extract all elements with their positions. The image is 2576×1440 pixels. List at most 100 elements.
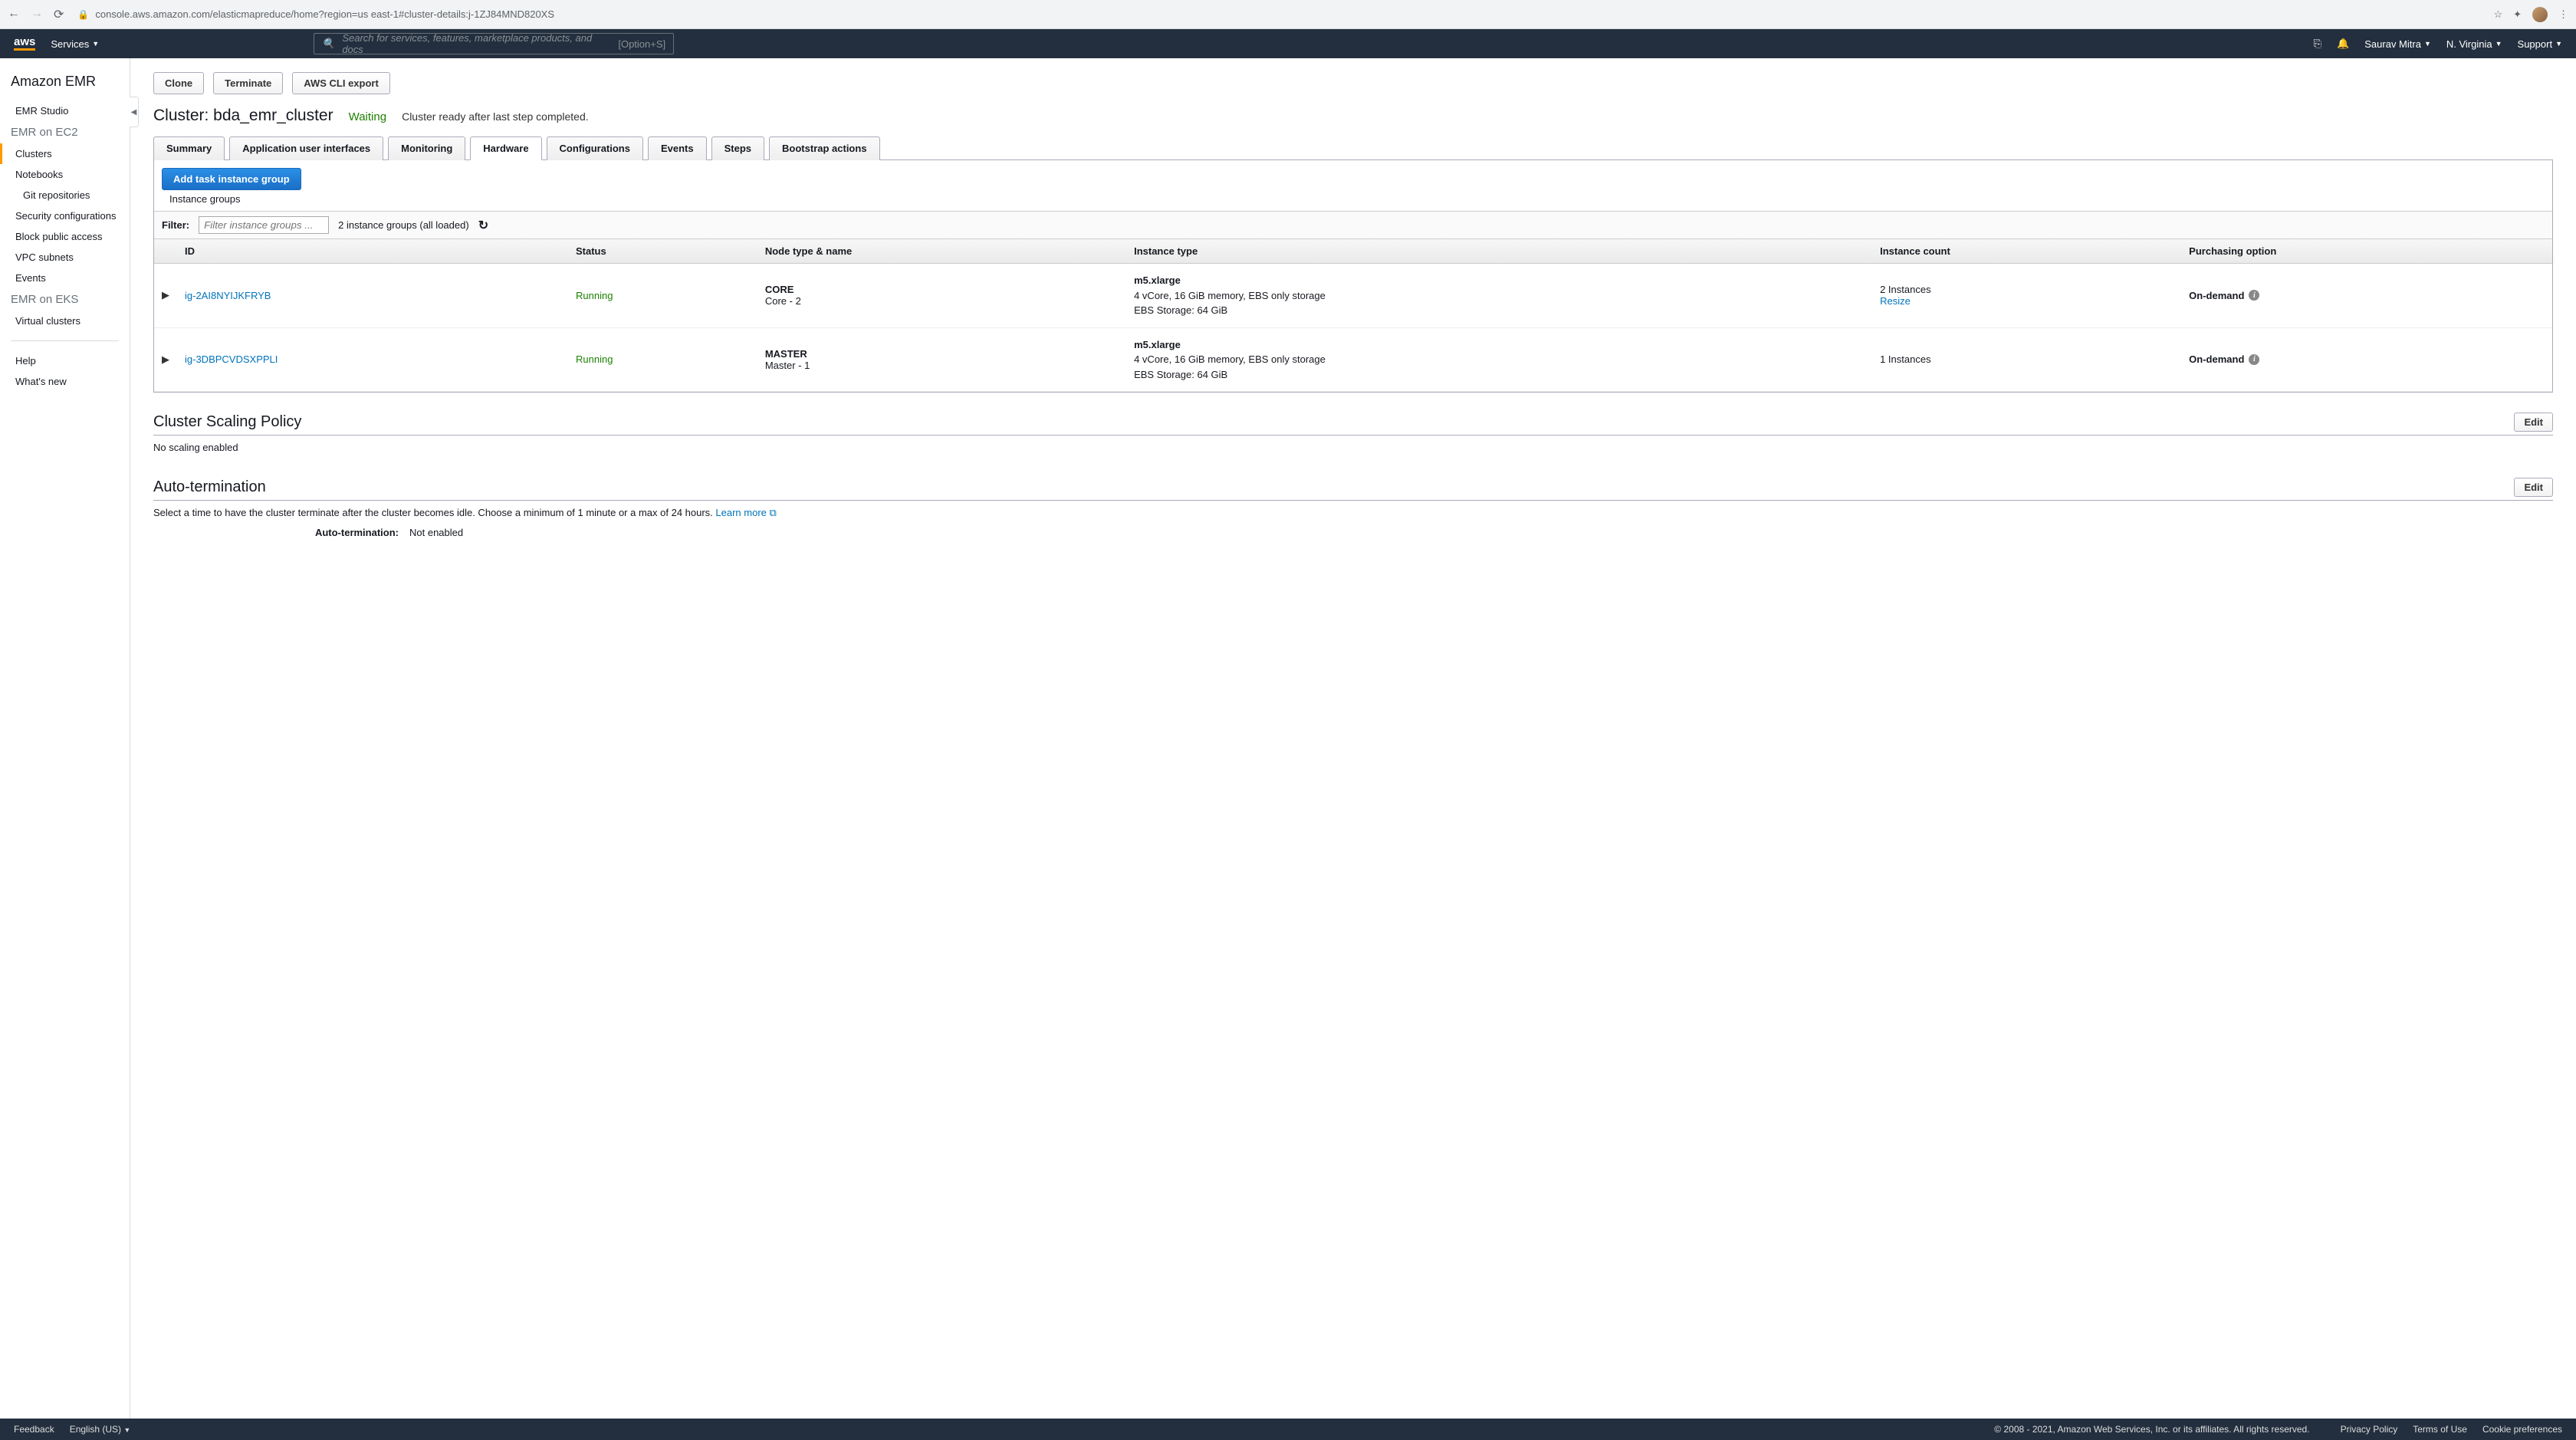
instance-groups-count: 2 instance groups (all loaded) bbox=[338, 219, 469, 231]
scaling-edit-button[interactable]: Edit bbox=[2514, 413, 2553, 432]
lock-icon: 🔒 bbox=[77, 9, 89, 20]
auto-termination-desc: Select a time to have the cluster termin… bbox=[153, 507, 715, 518]
console-footer: Feedback English (US) ▼ © 2008 - 2021, A… bbox=[0, 1419, 2576, 1440]
forward-icon[interactable]: → bbox=[31, 7, 43, 22]
scaling-body: No scaling enabled bbox=[153, 436, 2553, 459]
footer-link-terms-of-use[interactable]: Terms of Use bbox=[2413, 1424, 2467, 1435]
sidebar-item-git-repositories[interactable]: Git repositories bbox=[0, 185, 130, 205]
search-placeholder: Search for services, features, marketpla… bbox=[342, 32, 610, 55]
column-purchasing-option[interactable]: Purchasing option bbox=[2181, 239, 2552, 264]
tab-application-user-interfaces[interactable]: Application user interfaces bbox=[229, 136, 383, 160]
sidebar-collapse-handle[interactable]: ◀ bbox=[130, 97, 139, 127]
instance-group-id-link[interactable]: ig-3DBPCVDSXPPLI bbox=[185, 353, 278, 365]
status-value: Running bbox=[576, 353, 613, 365]
cluster-title: Cluster: bda_emr_cluster bbox=[153, 107, 334, 125]
filter-label: Filter: bbox=[162, 219, 189, 231]
extensions-icon[interactable]: ✦ bbox=[2513, 8, 2522, 21]
column-instance-count[interactable]: Instance count bbox=[1872, 239, 2181, 264]
sidebar-section-label: EMR on EKS bbox=[0, 288, 130, 311]
instance-type: m5.xlarge bbox=[1134, 273, 1865, 288]
footer-link-privacy-policy[interactable]: Privacy Policy bbox=[2341, 1424, 2398, 1435]
instance-count: 2 Instances bbox=[1880, 284, 2174, 295]
global-search[interactable]: 🔍 Search for services, features, marketp… bbox=[314, 33, 674, 54]
tab-summary[interactable]: Summary bbox=[153, 136, 225, 160]
sidebar-item-what-s-new[interactable]: What's new bbox=[0, 371, 130, 392]
aws-top-nav: aws Services▼ 🔍 Search for services, fea… bbox=[0, 29, 2576, 58]
status-value: Running bbox=[576, 290, 613, 301]
services-menu[interactable]: Services▼ bbox=[51, 38, 99, 50]
region-menu[interactable]: N. Virginia▼ bbox=[2446, 38, 2502, 50]
tab-steps[interactable]: Steps bbox=[711, 136, 764, 160]
purchasing-option: On-demand bbox=[2189, 353, 2244, 365]
instance-group-id-link[interactable]: ig-2AI8NYIJKFRYB bbox=[185, 290, 271, 301]
profile-avatar[interactable] bbox=[2532, 7, 2548, 22]
add-task-instance-group-button[interactable]: Add task instance group bbox=[162, 168, 301, 190]
node-name: Core - 2 bbox=[765, 295, 1119, 307]
footer-link-cookie-preferences[interactable]: Cookie preferences bbox=[2482, 1424, 2562, 1435]
auto-termination-value: Not enabled bbox=[409, 527, 463, 538]
column-status[interactable]: Status bbox=[568, 239, 757, 264]
external-link-icon: ⧉ bbox=[770, 507, 777, 518]
language-selector[interactable]: English (US) ▼ bbox=[70, 1424, 131, 1435]
tab-configurations[interactable]: Configurations bbox=[547, 136, 643, 160]
cloudshell-icon[interactable]: ⎘ bbox=[2314, 38, 2321, 50]
node-type: MASTER bbox=[765, 348, 1119, 360]
support-menu[interactable]: Support▼ bbox=[2518, 38, 2562, 50]
column-instance-type[interactable]: Instance type bbox=[1126, 239, 1872, 264]
sidebar-item-help[interactable]: Help bbox=[0, 350, 130, 371]
search-hint: [Option+S] bbox=[618, 38, 665, 50]
cluster-status-message: Cluster ready after last step completed. bbox=[402, 110, 589, 123]
info-icon[interactable]: i bbox=[2249, 290, 2259, 301]
scaling-title: Cluster Scaling Policy bbox=[153, 413, 301, 431]
node-name: Master - 1 bbox=[765, 360, 1119, 371]
back-icon[interactable]: ← bbox=[8, 7, 20, 22]
sidebar-item-virtual-clusters[interactable]: Virtual clusters bbox=[0, 311, 130, 331]
sidebar-item-security-configurations[interactable]: Security configurations bbox=[0, 205, 130, 226]
sidebar-item-block-public-access[interactable]: Block public access bbox=[0, 226, 130, 247]
copyright: © 2008 - 2021, Amazon Web Services, Inc.… bbox=[1994, 1424, 2309, 1435]
main-content: Clone Terminate AWS CLI export Cluster: … bbox=[130, 58, 2576, 1419]
tab-hardware[interactable]: Hardware bbox=[470, 136, 541, 160]
ebs-storage: EBS Storage: 64 GiB bbox=[1134, 303, 1865, 318]
auto-termination-key: Auto-termination: bbox=[153, 527, 399, 538]
instance-groups-label: Instance groups bbox=[162, 190, 2545, 211]
star-icon[interactable]: ☆ bbox=[2493, 8, 2502, 21]
column-id[interactable]: ID bbox=[177, 239, 568, 264]
kebab-icon[interactable]: ⋮ bbox=[2558, 8, 2568, 21]
terminate-button[interactable]: Terminate bbox=[213, 72, 283, 94]
table-row: ▶ ig-2AI8NYIJKFRYB Running CORECore - 2 m5.x… bbox=[154, 264, 2552, 328]
sidebar-item-vpc-subnets[interactable]: VPC subnets bbox=[0, 247, 130, 268]
filter-input[interactable] bbox=[199, 216, 329, 234]
instance-count: 1 Instances bbox=[1880, 353, 2174, 365]
reload-icon[interactable]: ⟳ bbox=[54, 7, 64, 22]
sidebar-item-clusters[interactable]: Clusters bbox=[0, 143, 130, 164]
info-icon[interactable]: i bbox=[2249, 354, 2259, 365]
account-menu[interactable]: Saurav Mitra▼ bbox=[2364, 38, 2431, 50]
tab-monitoring[interactable]: Monitoring bbox=[388, 136, 465, 160]
feedback-link[interactable]: Feedback bbox=[14, 1424, 54, 1435]
aws-cli-export-button[interactable]: AWS CLI export bbox=[292, 72, 390, 94]
sidebar-item-notebooks[interactable]: Notebooks bbox=[0, 164, 130, 185]
tab-events[interactable]: Events bbox=[648, 136, 707, 160]
url-text: console.aws.amazon.com/elasticmapreduce/… bbox=[95, 8, 554, 20]
aws-logo[interactable]: aws bbox=[14, 37, 35, 51]
learn-more-link[interactable]: Learn more ⧉ bbox=[715, 507, 776, 518]
hardware-panel: Add task instance group Instance groups … bbox=[153, 160, 2553, 393]
auto-termination-edit-button[interactable]: Edit bbox=[2514, 478, 2553, 497]
sidebar-section-label: EMR on EC2 bbox=[0, 121, 130, 143]
column-node-type-name[interactable]: Node type & name bbox=[757, 239, 1126, 264]
tab-bootstrap-actions[interactable]: Bootstrap actions bbox=[769, 136, 880, 160]
sidebar-item-events[interactable]: Events bbox=[0, 268, 130, 288]
auto-termination-title: Auto-termination bbox=[153, 478, 266, 496]
sidebar-item-emr-studio[interactable]: EMR Studio bbox=[0, 100, 130, 121]
expand-icon[interactable]: ▶ bbox=[154, 264, 177, 328]
address-bar[interactable]: 🔒 console.aws.amazon.com/elasticmapreduc… bbox=[73, 8, 2484, 20]
node-type: CORE bbox=[765, 284, 1119, 295]
instance-spec: 4 vCore, 16 GiB memory, EBS only storage bbox=[1134, 352, 1865, 367]
expand-icon[interactable]: ▶ bbox=[154, 327, 177, 392]
notifications-icon[interactable]: 🔔 bbox=[2337, 38, 2349, 50]
refresh-icon[interactable]: ↻ bbox=[478, 218, 488, 233]
clone-button[interactable]: Clone bbox=[153, 72, 204, 94]
instance-type: m5.xlarge bbox=[1134, 337, 1865, 353]
resize-link[interactable]: Resize bbox=[1880, 295, 1911, 307]
